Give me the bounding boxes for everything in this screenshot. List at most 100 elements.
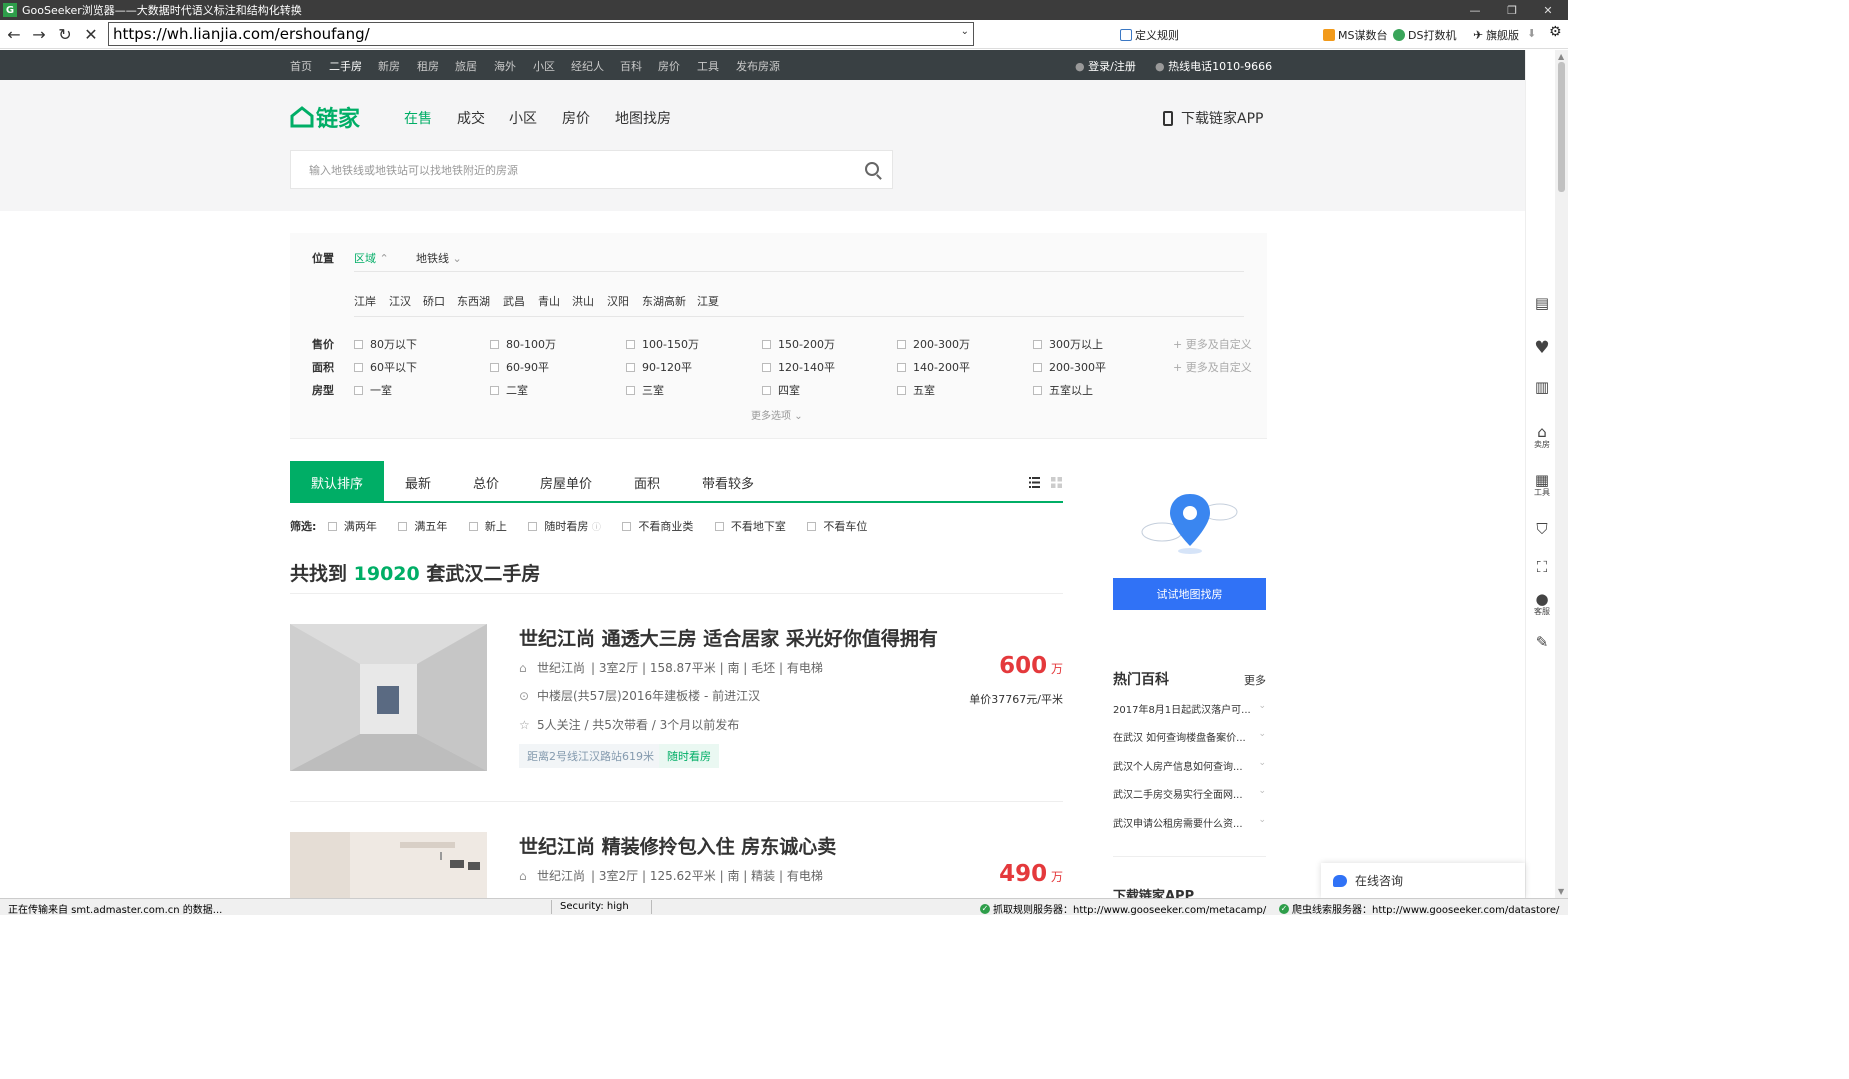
reload-icon[interactable]: ↻ (52, 21, 78, 47)
back-icon[interactable]: ← (1, 21, 27, 47)
grid-view-icon[interactable] (1051, 477, 1062, 488)
district-tab[interactable]: 区域 ⌃ (354, 250, 389, 266)
subway-tab[interactable]: 地铁线 ⌄ (416, 250, 462, 266)
screen-option[interactable]: 满五年 (398, 520, 447, 533)
define-rule-button[interactable]: 定义规则 (1120, 27, 1179, 43)
room-checkbox[interactable]: 五室 (897, 382, 935, 398)
top-nav-baike[interactable]: 百科 (620, 58, 642, 74)
service-button[interactable]: ● 客服 (1531, 590, 1553, 616)
area-checkbox[interactable]: 140-200平 (897, 359, 970, 375)
top-nav-agent[interactable]: 经纪人 (571, 58, 604, 74)
main-nav-community[interactable]: 小区 (509, 108, 537, 128)
district-option[interactable]: 东湖高新 (642, 293, 686, 309)
price-checkbox[interactable]: 80万以下 (354, 336, 417, 352)
online-consult-button[interactable]: 在线咨询 (1321, 863, 1525, 898)
edit-pen-icon[interactable]: ✎ (1531, 633, 1553, 651)
scrollbar-thumb[interactable] (1558, 62, 1565, 192)
area-checkbox[interactable]: 60平以下 (354, 359, 417, 375)
listing-card[interactable]: 世纪江尚 通透大三房 适合居家 采光好你值得拥有 ⌂ 世纪江尚 | 3室2厅 |… (290, 624, 1063, 784)
building-icon[interactable]: ▥ (1531, 378, 1553, 396)
close-icon[interactable]: ✕ (1528, 0, 1568, 20)
shield-icon[interactable]: ⛉ (1531, 520, 1553, 538)
price-checkbox[interactable]: 300万以上 (1033, 336, 1103, 352)
lianjia-logo[interactable]: 链家 (290, 101, 360, 133)
sort-tab-total-price[interactable]: 总价 (473, 461, 499, 503)
baike-item[interactable]: 武汉二手房交易实行全面网... ⌄ (1113, 786, 1266, 801)
address-dropdown-icon[interactable]: ⌄ (961, 26, 969, 37)
screen-option[interactable]: 不看地下室 (714, 520, 786, 533)
tools-button[interactable]: ▦ 工具 (1531, 471, 1553, 497)
room-checkbox[interactable]: 五室以上 (1033, 382, 1093, 398)
baike-item[interactable]: 武汉申请公租房需要什么资... ⌄ (1113, 815, 1266, 830)
stop-icon[interactable]: ✕ (78, 21, 104, 47)
search-icon[interactable] (865, 162, 879, 176)
listing-community-link[interactable]: 世纪江尚 (537, 867, 585, 884)
area-checkbox[interactable]: 90-120平 (626, 359, 692, 375)
main-nav-onsale[interactable]: 在售 (404, 108, 432, 128)
scan-icon[interactable]: ⛶ (1531, 558, 1553, 576)
room-checkbox[interactable]: 二室 (490, 382, 528, 398)
top-nav-tools[interactable]: 工具 (697, 58, 719, 74)
sort-tab-most-viewed[interactable]: 带看较多 (702, 461, 754, 503)
baike-more-link[interactable]: 更多 (1244, 672, 1266, 688)
listing-title[interactable]: 世纪江尚 精装修拎包入住 房东诚心卖 (519, 832, 836, 859)
top-nav-home[interactable]: 首页 (290, 58, 312, 74)
login-link[interactable]: ● 登录/注册 (1075, 58, 1136, 74)
top-nav-haiwai[interactable]: 海外 (494, 58, 516, 74)
address-bar[interactable]: https://wh.lianjia.com/ershoufang/ ⌄ (108, 22, 974, 46)
download-arrow-icon[interactable]: ⬇ (1527, 27, 1536, 40)
top-nav-xiaoqu[interactable]: 小区 (533, 58, 555, 74)
sell-house-button[interactable]: ⌂ 卖房 (1531, 423, 1553, 449)
sort-tab-unit-price[interactable]: 房屋单价 (540, 461, 592, 503)
top-nav-publish[interactable]: 发布房源 (736, 58, 780, 74)
top-nav-fangjia[interactable]: 房价 (658, 58, 680, 74)
ms-button[interactable]: MS谋数台 (1323, 27, 1387, 43)
area-checkbox[interactable]: 120-140平 (762, 359, 835, 375)
screen-option[interactable]: 随时看房 ⓘ (528, 520, 601, 533)
main-nav-deal[interactable]: 成交 (457, 108, 485, 128)
district-option[interactable]: 江岸 (354, 293, 376, 309)
settings-gear-icon[interactable]: ⚙ (1549, 24, 1562, 40)
price-checkbox[interactable]: 100-150万 (626, 336, 699, 352)
listing-photo[interactable] (290, 624, 487, 771)
listing-card[interactable]: 世纪江尚 精装修拎包入住 房东诚心卖 ⌂ 世纪江尚 | 3室2厅 | 125.6… (290, 832, 1063, 898)
top-nav-zufang[interactable]: 租房 (417, 58, 439, 74)
main-nav-map[interactable]: 地图找房 (615, 108, 671, 128)
screen-option[interactable]: 不看车位 (807, 520, 867, 533)
screen-option[interactable]: 不看商业类 (622, 520, 693, 533)
listing-photo[interactable] (290, 832, 487, 898)
sort-tab-newest[interactable]: 最新 (405, 461, 431, 503)
forward-icon[interactable]: → (26, 21, 52, 47)
baike-item[interactable]: 2017年8月1日起武汉落户可... ⌄ (1113, 701, 1266, 716)
help-circle-icon[interactable]: ⓘ (592, 523, 601, 533)
clipboard-icon[interactable]: ▤ (1531, 294, 1553, 312)
room-checkbox[interactable]: 一室 (354, 382, 392, 398)
price-checkbox[interactable]: 80-100万 (490, 336, 556, 352)
room-checkbox[interactable]: 三室 (626, 382, 664, 398)
search-input[interactable]: 输入地铁线或地铁站可以找地铁附近的房源 (290, 150, 893, 189)
district-option[interactable]: 江夏 (697, 293, 719, 309)
room-checkbox[interactable]: 四室 (762, 382, 800, 398)
sort-tab-default[interactable]: 默认排序 (290, 461, 384, 503)
district-option[interactable]: 汉阳 (607, 293, 629, 309)
area-more-custom[interactable]: + 更多及自定义 (1173, 359, 1252, 375)
district-option[interactable]: 洪山 (572, 293, 594, 309)
flagship-button[interactable]: ✈ 旗舰版 (1473, 27, 1519, 43)
sort-tab-area[interactable]: 面积 (634, 461, 660, 503)
scroll-up-icon[interactable]: ▲ (1558, 52, 1564, 61)
list-view-icon[interactable] (1029, 477, 1040, 488)
vertical-scrollbar[interactable]: ▲ ▼ (1555, 50, 1568, 898)
heart-icon[interactable]: ♥ (1531, 338, 1553, 358)
top-nav-ershoufang[interactable]: 二手房 (329, 58, 362, 74)
district-option[interactable]: 青山 (538, 293, 560, 309)
ds-button[interactable]: DS打数机 (1393, 27, 1456, 43)
district-option[interactable]: 江汉 (389, 293, 411, 309)
listing-title[interactable]: 世纪江尚 通透大三房 适合居家 采光好你值得拥有 (519, 624, 938, 651)
district-option[interactable]: 东西湖 (457, 293, 490, 309)
restore-icon[interactable]: ❐ (1492, 0, 1532, 20)
area-checkbox[interactable]: 200-300平 (1033, 359, 1106, 375)
scroll-down-icon[interactable]: ▼ (1558, 887, 1564, 896)
baike-item[interactable]: 在武汉 如何查询楼盘备案价... ⌄ (1113, 729, 1266, 744)
top-nav-xinfang[interactable]: 新房 (378, 58, 400, 74)
screen-option[interactable]: 满两年 (327, 520, 377, 533)
